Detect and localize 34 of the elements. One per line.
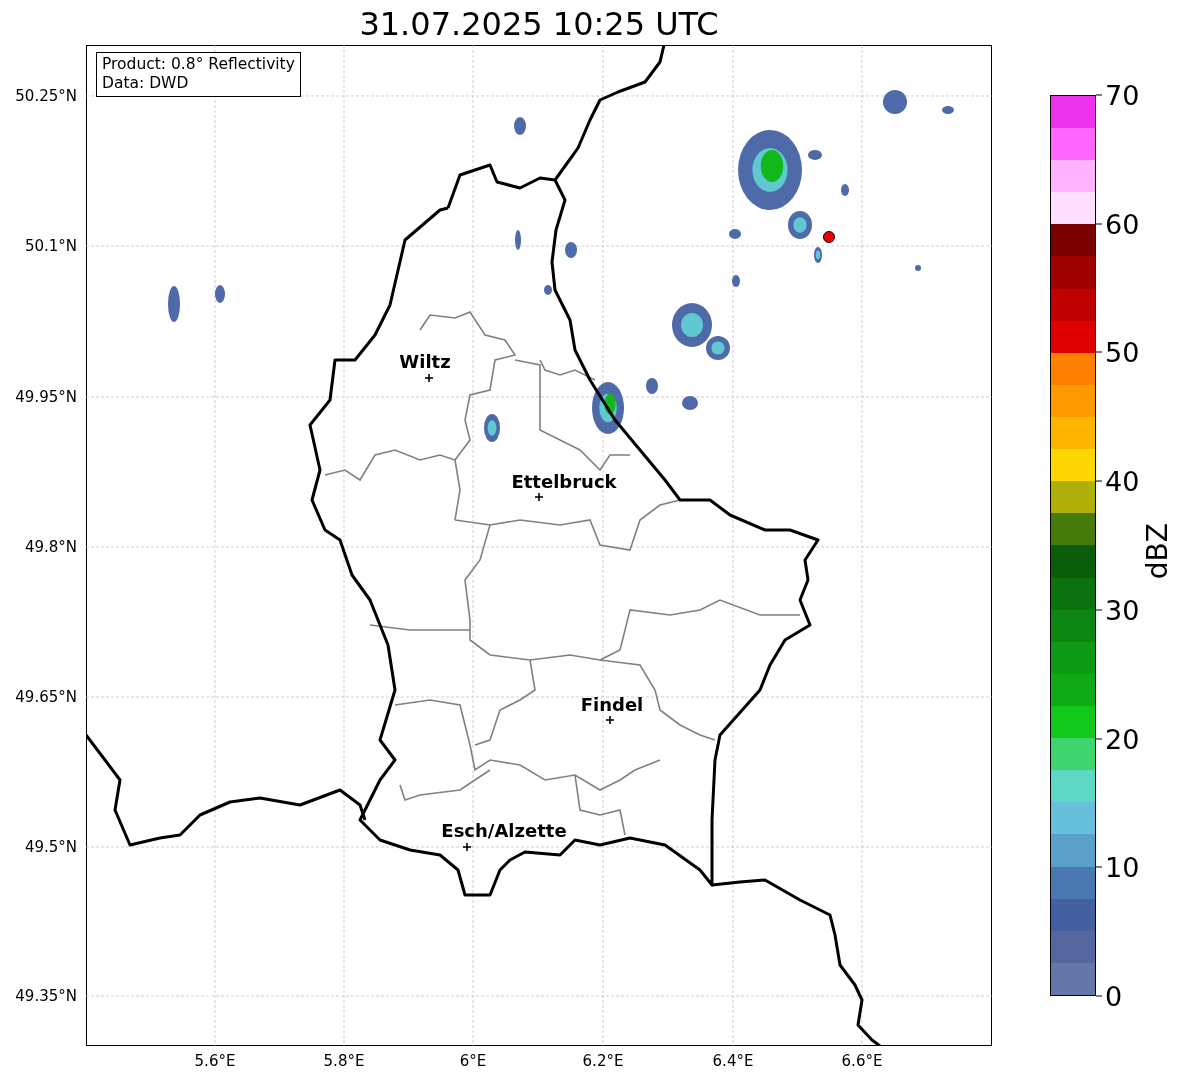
colorbar-tick-label: 60 (1105, 208, 1140, 240)
longitude-tick-label: 5.8°E (323, 1052, 365, 1070)
info-text: Product: 0.8° Reflectivity (102, 55, 295, 74)
latitude-tick-label: 49.35°N (15, 987, 77, 1005)
colorbar-tick-label: 0 (1105, 980, 1123, 1012)
city-label: Wiltz (399, 351, 451, 372)
colorbar-tick-label: 30 (1105, 594, 1140, 626)
city-marker-icon (424, 373, 434, 383)
latitude-tick-label: 50.25°N (15, 87, 77, 105)
latitude-tick-label: 49.65°N (15, 688, 77, 706)
city-label: Ettelbruck (511, 471, 617, 492)
colorbar-tick-label: 70 (1105, 79, 1140, 111)
latitude-tick-label: 49.95°N (15, 388, 77, 406)
city-marker-icon (534, 492, 544, 502)
radar-site-marker (823, 231, 835, 243)
latitude-tick-label: 50.1°N (24, 237, 77, 255)
city-label: Findel (580, 694, 644, 715)
city-label: Esch/Alzette (441, 820, 567, 841)
colorbar-tick-label: 10 (1105, 851, 1140, 883)
latitude-tick-label: 49.5°N (24, 838, 77, 856)
longitude-tick-label: 5.6°E (194, 1052, 236, 1070)
longitude-tick-label: 6°E (459, 1052, 487, 1070)
colorbar-tick-label: 40 (1105, 465, 1140, 497)
latitude-tick-label: 49.8°N (24, 538, 77, 556)
info-text: Data: DWD (102, 74, 190, 93)
city-marker-icon (605, 715, 615, 725)
longitude-tick-label: 6.6°E (841, 1052, 883, 1070)
longitude-tick-label: 6.2°E (582, 1052, 624, 1070)
city-marker-icon (462, 842, 472, 852)
colorbar-tick-label: 50 (1105, 336, 1140, 368)
colorbar-tick-label: 20 (1105, 723, 1140, 755)
chart-title: 31.07.2025 10:25 UTC (359, 4, 719, 45)
colorbar-label: dBZ (1142, 523, 1174, 580)
longitude-tick-label: 6.4°E (712, 1052, 754, 1070)
